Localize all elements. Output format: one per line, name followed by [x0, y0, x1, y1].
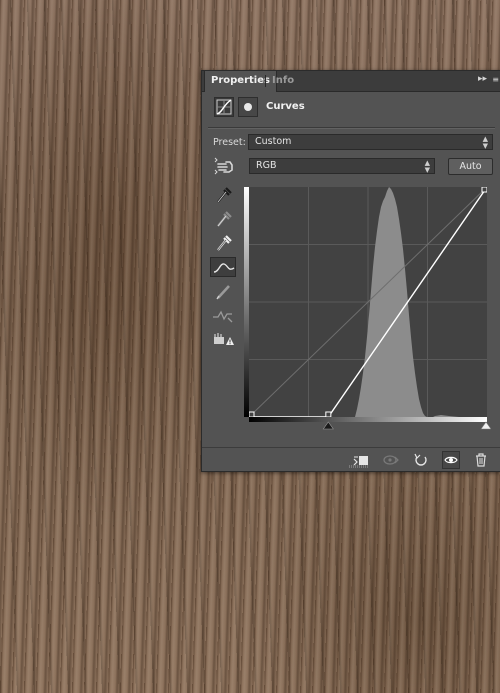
white-point-slider-icon[interactable]: [480, 421, 491, 430]
panel-bottom-bar: [202, 447, 500, 472]
curves-graph[interactable]: [248, 186, 488, 418]
panel-tab-bar: Properties Info ▸▸ ≡: [202, 71, 500, 92]
curves-svg: [248, 186, 488, 418]
select-arrows-icon: ▲ ▼: [482, 135, 488, 150]
curves-graph-area[interactable]: [244, 185, 491, 431]
input-sliders: [322, 421, 491, 430]
curves-adjustment-icon[interactable]: [214, 97, 234, 117]
auto-button[interactable]: Auto: [448, 158, 493, 175]
curve-point-tool-icon[interactable]: [210, 257, 236, 277]
channel-select[interactable]: RGB ▲ ▼: [249, 158, 435, 174]
smooth-curve-icon[interactable]: [210, 305, 236, 325]
channel-value: RGB: [256, 160, 277, 171]
delete-layer-icon[interactable]: [472, 451, 490, 469]
preset-value: Custom: [255, 136, 292, 147]
black-point-slider-icon[interactable]: [322, 421, 334, 430]
header-divider: [208, 127, 495, 129]
layer-mask-icon[interactable]: [238, 97, 258, 117]
toggle-visibility-icon[interactable]: [442, 451, 460, 469]
curve-control-point[interactable]: [481, 186, 488, 193]
preset-label: Preset:: [213, 137, 246, 148]
reset-adjustment-icon[interactable]: [412, 451, 430, 469]
on-image-adjust-icon[interactable]: [214, 157, 236, 175]
panel-menu-icon[interactable]: ≡: [492, 75, 499, 84]
collapse-panel-icon[interactable]: ▸▸: [478, 74, 487, 84]
black-point-eyedropper-icon[interactable]: [210, 185, 236, 205]
view-previous-state-icon[interactable]: [382, 451, 400, 469]
adjustment-title: Curves: [266, 101, 305, 112]
mask-dot-icon: [244, 103, 252, 111]
white-point-eyedropper-icon[interactable]: [210, 233, 236, 253]
adjustment-header: Curves: [202, 93, 500, 123]
pencil-tool-icon[interactable]: [210, 281, 236, 301]
properties-panel: Properties Info ▸▸ ≡ Curves Preset: Cust…: [201, 70, 500, 472]
tab-info[interactable]: Info: [266, 71, 300, 91]
preset-select[interactable]: Custom ▲ ▼: [248, 134, 493, 150]
gray-point-eyedropper-icon[interactable]: [210, 209, 236, 229]
select-arrows-icon: ▲ ▼: [424, 159, 430, 174]
resize-grip-icon[interactable]: [349, 465, 369, 468]
clipping-warning-icon[interactable]: [210, 329, 236, 349]
